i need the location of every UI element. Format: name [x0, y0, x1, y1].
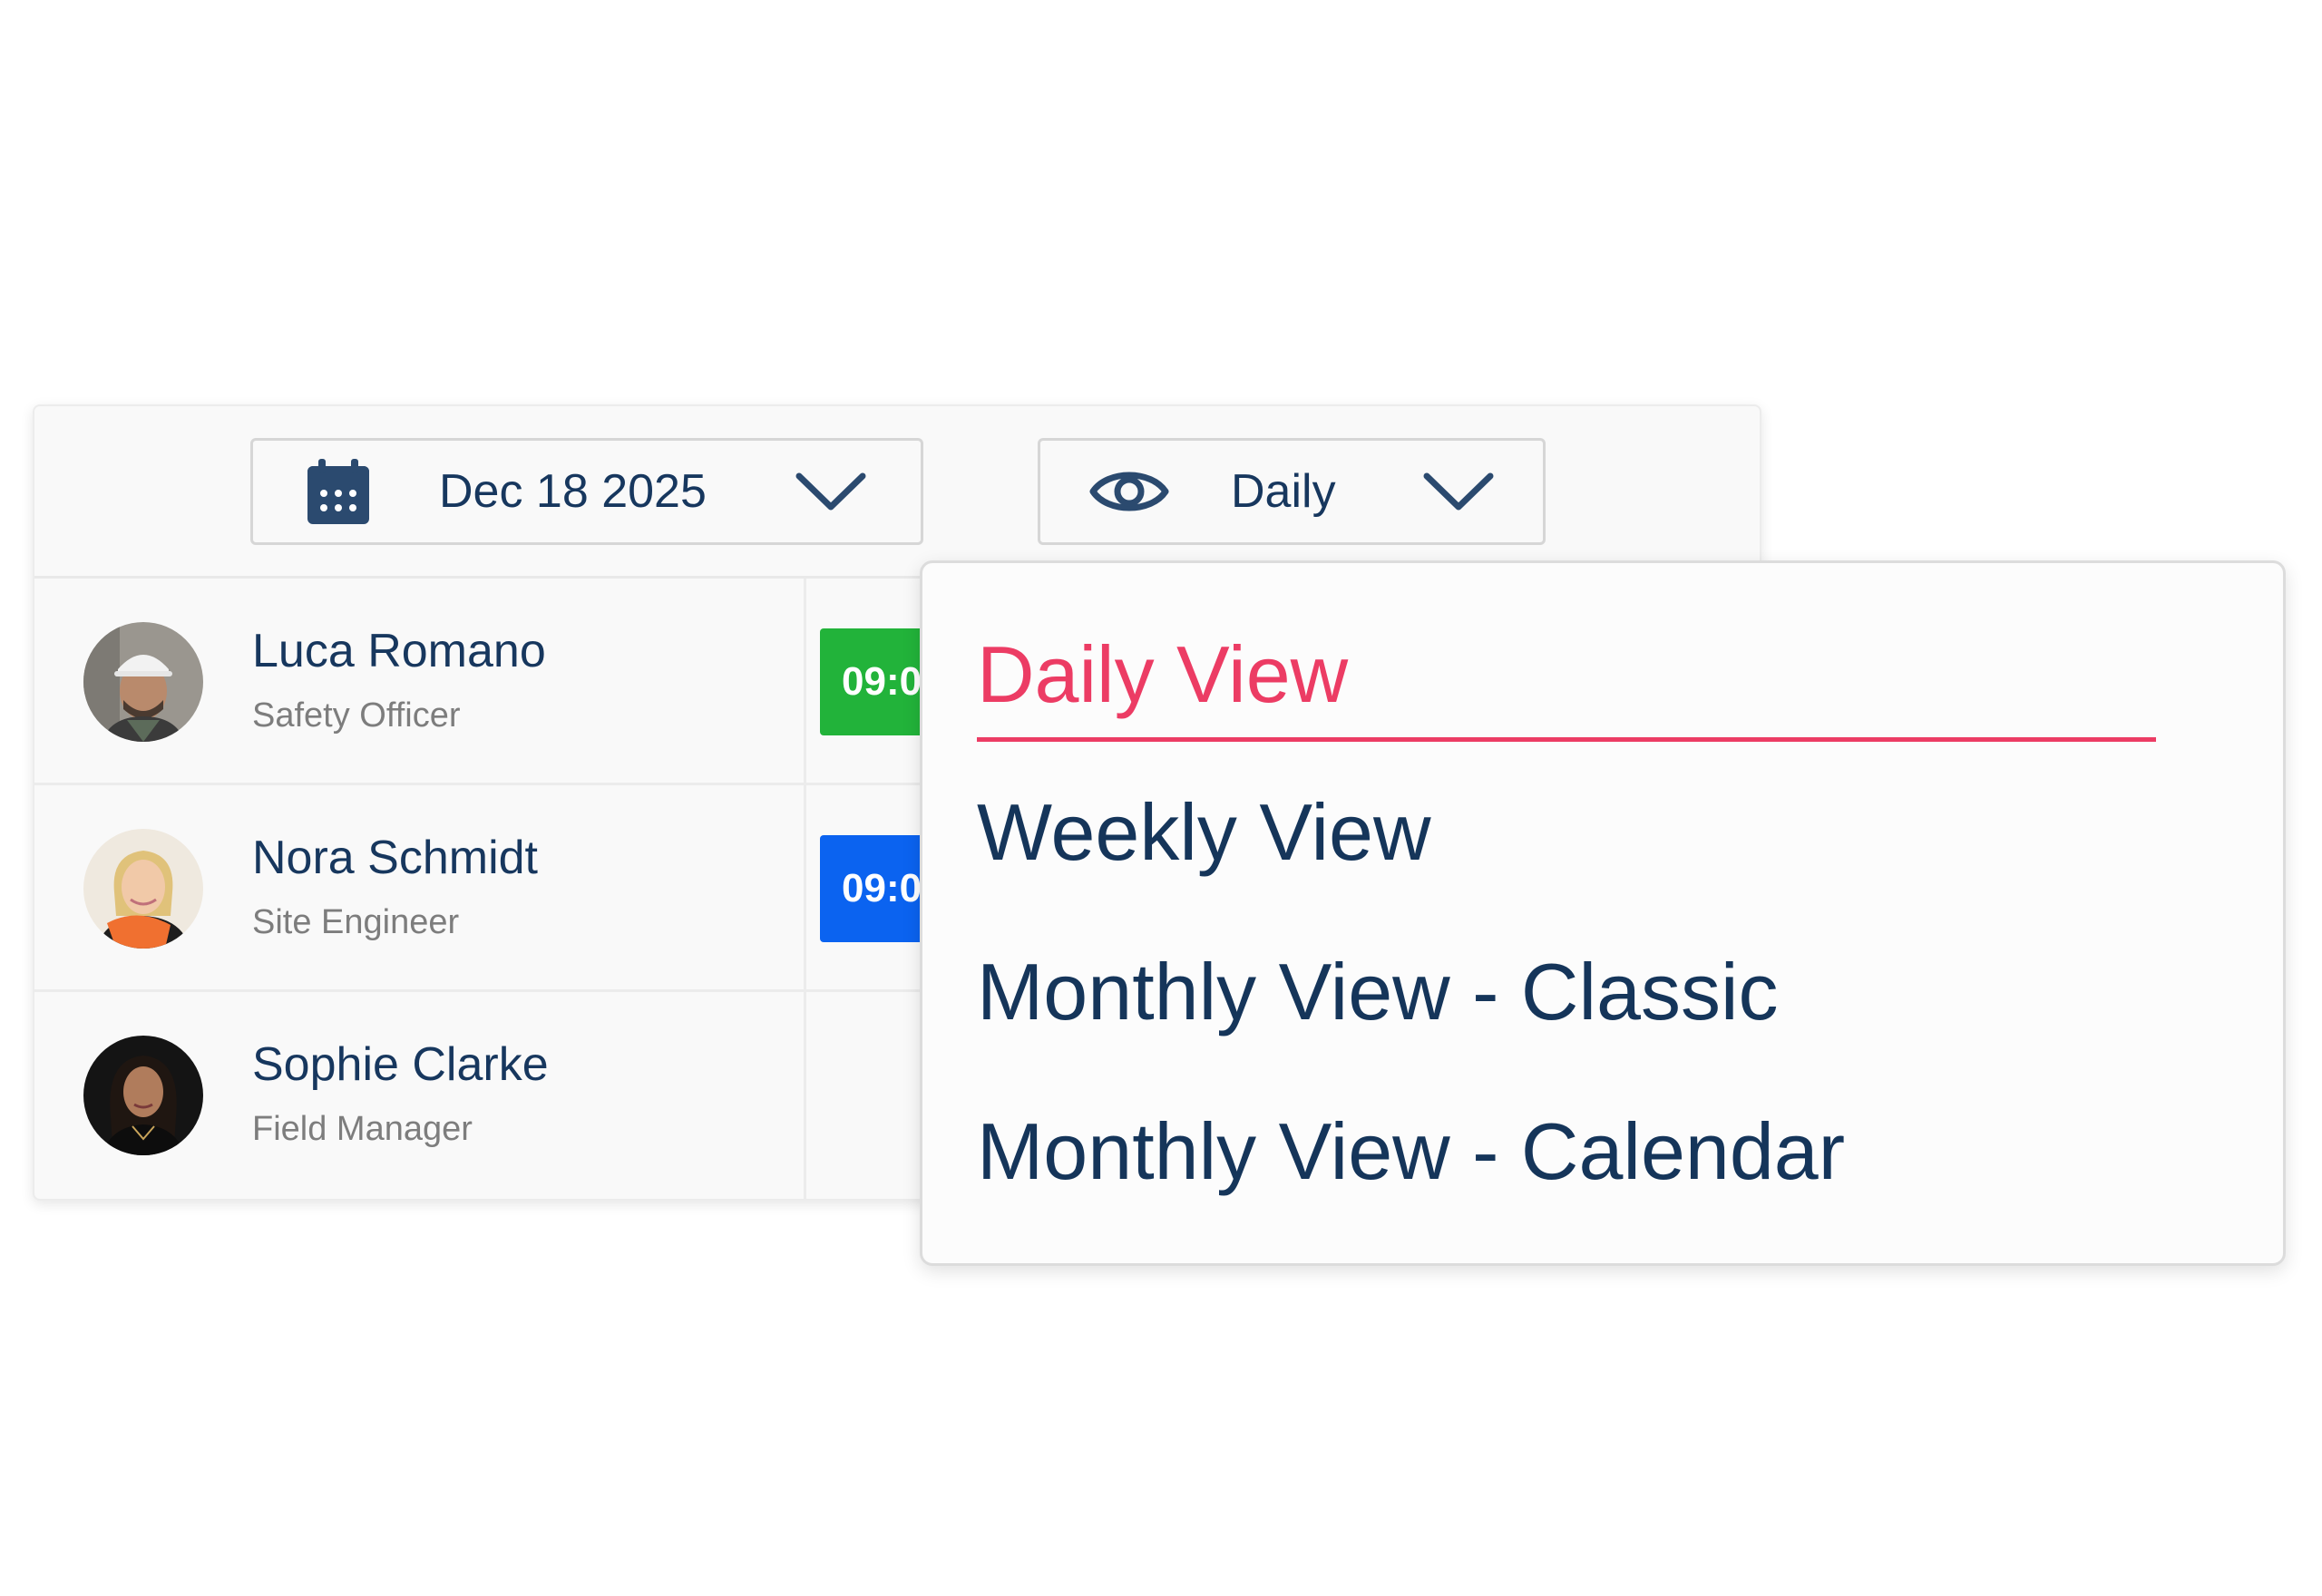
- employee-role: Field Manager: [252, 1110, 473, 1148]
- date-picker[interactable]: Dec 18 2025: [250, 438, 923, 545]
- menu-item-weekly-view[interactable]: Weekly View: [977, 786, 1431, 879]
- view-dropdown-menu: Daily View Weekly View Monthly View - Cl…: [920, 560, 2286, 1266]
- avatar: [83, 622, 203, 742]
- calendar-icon: [306, 457, 371, 526]
- view-selector[interactable]: Daily: [1038, 438, 1546, 545]
- employee-name: Nora Schmidt: [252, 832, 538, 884]
- menu-item-daily-view[interactable]: Daily View: [977, 628, 1348, 721]
- menu-item-monthly-view-calendar[interactable]: Monthly View - Calendar: [977, 1105, 1845, 1198]
- employee-role: Site Engineer: [252, 903, 460, 941]
- chevron-down-icon: [1423, 471, 1494, 512]
- menu-item-monthly-view-classic[interactable]: Monthly View - Classic: [977, 946, 1779, 1038]
- employee-name: Sophie Clarke: [252, 1038, 549, 1091]
- schedule-toolbar: Dec 18 2025 Daily: [34, 406, 1760, 579]
- selected-view: Daily: [1231, 465, 1336, 518]
- active-item-underline: [977, 737, 2156, 742]
- employee-role: Safety Officer: [252, 696, 461, 735]
- avatar: [83, 829, 203, 949]
- chevron-down-icon: [795, 471, 866, 512]
- employee-name: Luca Romano: [252, 625, 546, 677]
- avatar: [83, 1036, 203, 1155]
- eye-icon: [1089, 464, 1169, 519]
- selected-date: Dec 18 2025: [439, 465, 707, 518]
